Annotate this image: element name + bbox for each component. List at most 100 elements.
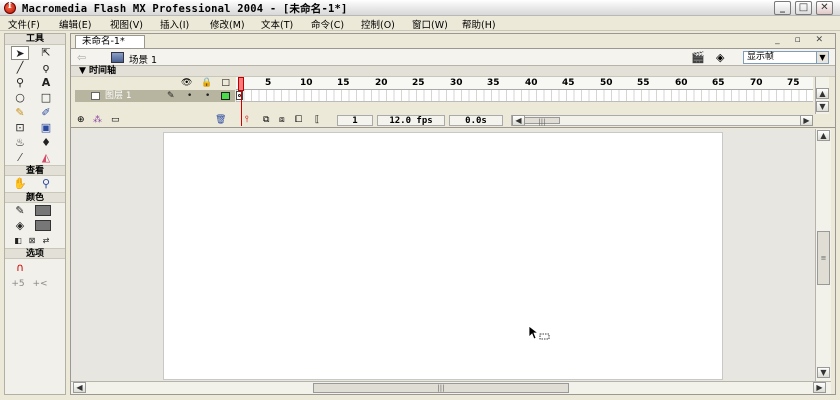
frame-ruler[interactable]: 1 5 10 15 20 25 30 35 40 45 50 55 60 65 … [236, 77, 813, 90]
menu-commands[interactable]: 命令(C) [311, 17, 344, 31]
lock-dot[interactable]: • [205, 90, 210, 102]
zoom-value: 显示帧 [747, 52, 775, 62]
line-icon[interactable]: ╱ [11, 61, 29, 75]
frame-number: 55 [637, 78, 650, 88]
frame-number: 45 [562, 78, 575, 88]
minimize-button[interactable]: _ [774, 1, 791, 15]
flash-app-icon [4, 1, 16, 14]
menu-control[interactable]: 控制(O) [361, 17, 395, 31]
eraser-icon[interactable]: ◭ [37, 151, 55, 165]
pencil-icon[interactable]: ✎ [11, 106, 29, 120]
stage[interactable] [163, 132, 723, 380]
oval-icon[interactable]: ○ [11, 91, 29, 105]
playhead[interactable] [238, 77, 244, 91]
stroke-color-icon[interactable]: ✎ [11, 204, 29, 218]
pen-icon[interactable]: ⚲ [11, 76, 29, 90]
arrow-icon[interactable]: ➤ [11, 46, 29, 60]
menu-edit[interactable]: 编辑(E) [59, 17, 91, 31]
free-transform-icon[interactable]: ⊡ [11, 121, 29, 135]
elapsed-time-field: 0.0s [449, 115, 503, 126]
rectangle-icon[interactable]: □ [37, 91, 55, 105]
frame-grid[interactable] [236, 90, 813, 102]
subselect-icon[interactable]: ⇱ [37, 46, 55, 60]
outline-color-swatch[interactable] [221, 92, 230, 100]
fill-color-swatch[interactable] [35, 220, 51, 231]
scroll-up-button[interactable]: ▲ [816, 88, 829, 99]
lock-icon[interactable]: 🔒 [201, 78, 212, 88]
scroll-right-button[interactable]: ▶ [813, 382, 826, 393]
frame-number: 60 [675, 78, 688, 88]
add-layer-icon[interactable]: ⊕ [77, 115, 85, 126]
scroll-down-button[interactable]: ▼ [817, 367, 830, 378]
timeline-header[interactable]: ▼ 时间轴 [71, 66, 835, 77]
frame-rate-field[interactable]: 12.0 fps [377, 115, 445, 126]
delete-layer-icon[interactable]: 🗑 [215, 115, 226, 126]
swap-colors-icon[interactable]: ⇄ [37, 234, 55, 248]
layer-row[interactable]: 图层 1 ✎ • • [75, 90, 235, 102]
straighten-option-icon[interactable]: +< [31, 277, 49, 291]
fill-color-icon[interactable]: ◈ [11, 219, 29, 233]
color-section-label: 颜色 [5, 192, 65, 203]
lasso-icon[interactable]: ϙ [37, 61, 55, 75]
smooth-option-icon[interactable]: +5 [9, 277, 27, 291]
text-icon[interactable]: A [37, 76, 55, 90]
menu-file[interactable]: 文件(F) [8, 17, 40, 31]
zoom-dropdown[interactable]: 显示帧 ▼ [743, 51, 829, 64]
onion-skin-outlines-icon[interactable]: ⧈ [279, 115, 285, 126]
layer-icon [91, 92, 100, 100]
menu-help[interactable]: 帮助(H) [462, 17, 496, 31]
back-arrow-icon[interactable]: ⇦ [77, 51, 86, 64]
edit-multiple-frames-icon[interactable]: ⧠ [295, 115, 302, 126]
menu-modify[interactable]: 修改(M) [210, 17, 245, 31]
onion-skin-icon[interactable]: ⧉ [263, 115, 269, 126]
frame-number: 5 [265, 78, 272, 88]
document-controls[interactable]: _ ▫ ✕ [775, 35, 829, 45]
menu-text[interactable]: 文本(T) [261, 17, 293, 31]
stage-vertical-scrollbar[interactable]: ▲ ≡ ▼ [815, 129, 831, 381]
frame-number: 75 [787, 78, 800, 88]
timeline-vertical-scrollbar[interactable]: ▲ ▼ [815, 77, 829, 114]
scroll-up-button[interactable]: ▲ [817, 130, 830, 141]
insert-layer-folder-icon[interactable]: ▭ [111, 115, 120, 126]
hand-icon[interactable]: ✋ [11, 177, 29, 191]
menu-bar: 文件(F) 编辑(E) 视图(V) 插入(I) 修改(M) 文本(T) 命令(C… [0, 16, 840, 31]
center-frame-icon[interactable]: ⫯ [245, 115, 249, 126]
paint-bucket-icon[interactable]: ♦ [37, 136, 55, 150]
frame-number: 25 [412, 78, 425, 88]
ink-bottle-icon[interactable]: ♨ [11, 136, 29, 150]
chevron-down-icon: ▼ [816, 52, 828, 63]
close-button[interactable]: ✕ [816, 1, 833, 15]
menu-window[interactable]: 窗口(W) [412, 17, 448, 31]
menu-insert[interactable]: 插入(I) [160, 17, 189, 31]
fill-transform-icon[interactable]: ▣ [37, 121, 55, 135]
document-tab[interactable]: 未命名-1* [75, 35, 145, 48]
edit-symbol-icon[interactable]: ◈ [716, 51, 724, 64]
scene-icon [111, 52, 124, 63]
frame-number: 20 [375, 78, 388, 88]
eye-icon[interactable]: 👁 [181, 78, 192, 88]
brush-icon[interactable]: ✐ [37, 106, 55, 120]
scroll-down-button[interactable]: ▼ [816, 101, 829, 112]
tools-panel: 工具 ➤ ⇱ ╱ ϙ ⚲ A ○ □ ✎ ✐ ⊡ ▣ ♨ ♦ ⁄ ◭ 查看 ✋ … [4, 33, 66, 395]
timeline-horizontal-scrollbar[interactable]: ◀ ||| ▶ [511, 115, 813, 126]
eyedropper-icon[interactable]: ⁄ [11, 151, 29, 165]
visibility-dot[interactable]: • [187, 90, 192, 102]
stage-horizontal-scrollbar[interactable]: ◀ ||| ▶ [71, 381, 831, 394]
outline-icon[interactable]: □ [221, 78, 230, 88]
frame-number: 30 [450, 78, 463, 88]
scroll-thumb[interactable]: ≡ [817, 231, 830, 285]
scroll-thumb[interactable]: ||| [524, 117, 560, 126]
maximize-button[interactable]: □ [795, 1, 812, 15]
scroll-thumb[interactable]: ||| [313, 383, 569, 393]
modify-onion-markers-icon[interactable]: ⟦ [315, 115, 319, 126]
scroll-right-button[interactable]: ▶ [800, 115, 813, 126]
frame-number: 10 [300, 78, 313, 88]
add-motion-guide-icon[interactable]: ⁂ [93, 115, 102, 126]
scroll-left-button[interactable]: ◀ [73, 382, 86, 393]
edit-scene-icon[interactable]: 🎬 [691, 51, 705, 64]
menu-view[interactable]: 视图(V) [110, 17, 143, 31]
magnet-icon[interactable]: ∩ [11, 261, 29, 275]
stroke-color-swatch[interactable] [35, 205, 51, 216]
zoom-icon[interactable]: ⚲ [37, 177, 55, 191]
tools-header: 工具 [5, 34, 65, 45]
